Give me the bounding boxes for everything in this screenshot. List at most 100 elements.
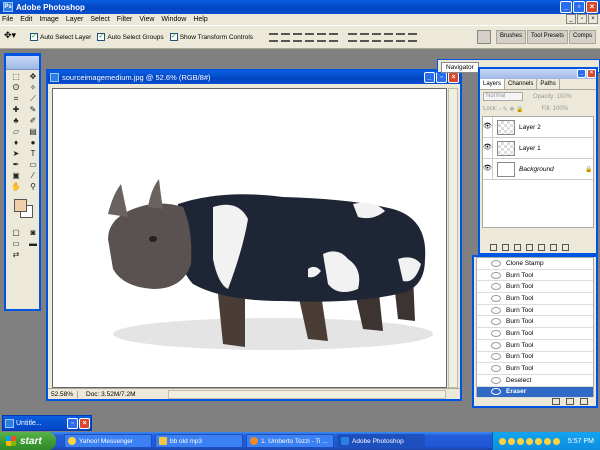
- align-right-icon[interactable]: [329, 32, 339, 42]
- document-horizontal-scrollbar[interactable]: [168, 389, 446, 399]
- document-size-info[interactable]: Doc: 3.52M/7.2M: [78, 391, 168, 398]
- standard-mode-icon[interactable]: ▢: [8, 228, 24, 238]
- doc-minimize-button[interactable]: _: [566, 14, 576, 24]
- distribute-bottom-icon[interactable]: [372, 32, 382, 42]
- delete-layer-icon[interactable]: [562, 243, 569, 251]
- tray-icon[interactable]: [552, 437, 560, 445]
- show-transform-option[interactable]: ✓ Show Transform Controls: [169, 33, 253, 41]
- auto-select-layer-checkbox[interactable]: ✓: [30, 33, 38, 41]
- adjustment-layer-icon[interactable]: [526, 243, 533, 251]
- menu-image[interactable]: Image: [39, 16, 58, 23]
- navigator-tab[interactable]: Navigator: [441, 62, 479, 73]
- blur-tool-icon[interactable]: ♦: [8, 138, 24, 148]
- move-tool-icon[interactable]: ✥: [25, 72, 41, 82]
- minimized-close-button[interactable]: ×: [79, 418, 90, 429]
- screen-mode-standard-icon[interactable]: ▭: [8, 239, 24, 249]
- well-brushes[interactable]: Brushes: [495, 30, 526, 44]
- burn-tool-icon[interactable]: ●: [25, 138, 41, 148]
- taskbar-item-media-player[interactable]: 1. Umberto Tozzi - Ti ...: [246, 434, 334, 448]
- tray-icon[interactable]: [543, 437, 551, 445]
- document-minimize-button[interactable]: _: [424, 72, 435, 83]
- history-item[interactable]: Burn Tool: [477, 340, 593, 352]
- visibility-eye-icon[interactable]: 👁: [483, 159, 493, 179]
- jump-to-imageready-icon[interactable]: ⇄: [8, 250, 24, 260]
- taskbar-item-yahoo-messenger[interactable]: Yahoo! Messenger: [64, 434, 152, 448]
- doc-restore-button[interactable]: ▫: [577, 14, 587, 24]
- new-document-from-state-icon[interactable]: [552, 398, 560, 405]
- type-tool-icon[interactable]: T: [25, 149, 41, 159]
- layers-minimize-button[interactable]: _: [577, 69, 586, 78]
- well-tool-presets[interactable]: Tool Presets: [526, 30, 568, 44]
- opacity-field[interactable]: 100%: [557, 94, 572, 100]
- auto-select-layer-option[interactable]: ✓ Auto Select Layer: [30, 33, 91, 41]
- distribute-left-icon[interactable]: [384, 32, 394, 42]
- history-item[interactable]: Burn Tool: [477, 293, 593, 305]
- layer-row-layer-1[interactable]: 👁 Layer 1: [483, 138, 593, 159]
- start-button[interactable]: start: [0, 432, 56, 450]
- show-transform-checkbox[interactable]: ✓: [169, 33, 178, 41]
- minimized-document-window[interactable]: Untitle... ▫ ×: [2, 415, 92, 431]
- history-item[interactable]: Burn Tool: [477, 328, 593, 340]
- history-item[interactable]: Burn Tool: [477, 305, 593, 317]
- delete-state-icon[interactable]: [580, 398, 588, 405]
- link-layers-icon[interactable]: [490, 243, 497, 251]
- crop-tool-icon[interactable]: ⌗: [8, 94, 24, 104]
- tab-layers[interactable]: Layers: [480, 79, 506, 89]
- doc-close-button[interactable]: ×: [588, 14, 598, 24]
- tray-icon[interactable]: [498, 437, 506, 445]
- distribute-vcenter-icon[interactable]: [360, 32, 370, 42]
- document-close-button[interactable]: ×: [448, 72, 459, 83]
- shape-tool-icon[interactable]: ▭: [25, 160, 41, 170]
- align-vcenter-icon[interactable]: [281, 32, 291, 42]
- menu-filter[interactable]: Filter: [117, 16, 133, 23]
- tray-icon[interactable]: [507, 437, 515, 445]
- history-item[interactable]: Burn Tool: [477, 281, 593, 294]
- menu-select[interactable]: Select: [90, 16, 109, 23]
- clock[interactable]: 5:57 PM: [568, 438, 594, 445]
- eraser-tool-icon[interactable]: ▱: [8, 127, 24, 137]
- gradient-tool-icon[interactable]: ▤: [25, 127, 41, 137]
- history-item[interactable]: Burn Tool: [477, 352, 593, 364]
- align-left-icon[interactable]: [305, 32, 315, 42]
- align-bottom-icon[interactable]: [293, 32, 303, 42]
- visibility-eye-icon[interactable]: 👁: [483, 117, 493, 137]
- history-brush-tool-icon[interactable]: ✐: [25, 116, 41, 126]
- tab-channels[interactable]: Channels: [505, 79, 538, 89]
- new-group-icon[interactable]: [538, 243, 545, 251]
- document-vertical-scrollbar[interactable]: [448, 88, 458, 388]
- minimized-restore-button[interactable]: ▫: [67, 418, 78, 429]
- layer-mask-icon[interactable]: [514, 243, 521, 251]
- layer-row-background[interactable]: 👁 Background 🔒: [483, 159, 593, 180]
- distribute-top-icon[interactable]: [348, 32, 358, 42]
- file-browser-icon[interactable]: [476, 30, 491, 44]
- visibility-eye-icon[interactable]: 👁: [483, 138, 493, 158]
- zoom-level-field[interactable]: 52.58%: [48, 390, 78, 398]
- tray-icon[interactable]: [525, 437, 533, 445]
- image-canvas[interactable]: [52, 88, 447, 388]
- tray-icon[interactable]: [534, 437, 542, 445]
- lock-icons[interactable]: ▫ ✎ ✥ 🔒: [499, 106, 524, 113]
- move-tool-preset-icon[interactable]: ✥▾: [4, 30, 30, 44]
- marquee-tool-icon[interactable]: ⬚: [8, 72, 24, 82]
- pen-tool-icon[interactable]: ✒: [8, 160, 24, 170]
- history-item[interactable]: Burn Tool: [477, 316, 593, 329]
- foreground-color-swatch[interactable]: [14, 199, 27, 212]
- quick-mask-mode-icon[interactable]: ◙: [25, 228, 41, 238]
- close-button[interactable]: ×: [586, 1, 598, 13]
- hand-tool-icon[interactable]: ✋: [8, 182, 24, 192]
- notes-tool-icon[interactable]: ▣: [8, 171, 24, 181]
- history-item[interactable]: Burn Tool: [477, 270, 593, 282]
- menu-file[interactable]: File: [2, 16, 13, 23]
- menu-edit[interactable]: Edit: [20, 16, 32, 23]
- menu-window[interactable]: Window: [161, 16, 186, 23]
- minimize-button[interactable]: _: [560, 1, 572, 13]
- align-hcenter-icon[interactable]: [317, 32, 327, 42]
- auto-select-groups-checkbox[interactable]: ✓: [97, 33, 106, 41]
- distribute-hcenter-icon[interactable]: [396, 32, 406, 42]
- document-titlebar[interactable]: sourceimagemedium.jpg @ 52.6% (RGB/8#) _…: [48, 71, 460, 84]
- new-layer-icon[interactable]: [550, 243, 557, 251]
- zoom-tool-icon[interactable]: ⚲: [25, 182, 41, 192]
- eyedropper-tool-icon[interactable]: ⁄: [25, 171, 41, 181]
- snapshot-icon[interactable]: [566, 398, 574, 405]
- history-item[interactable]: Burn Tool: [477, 363, 593, 375]
